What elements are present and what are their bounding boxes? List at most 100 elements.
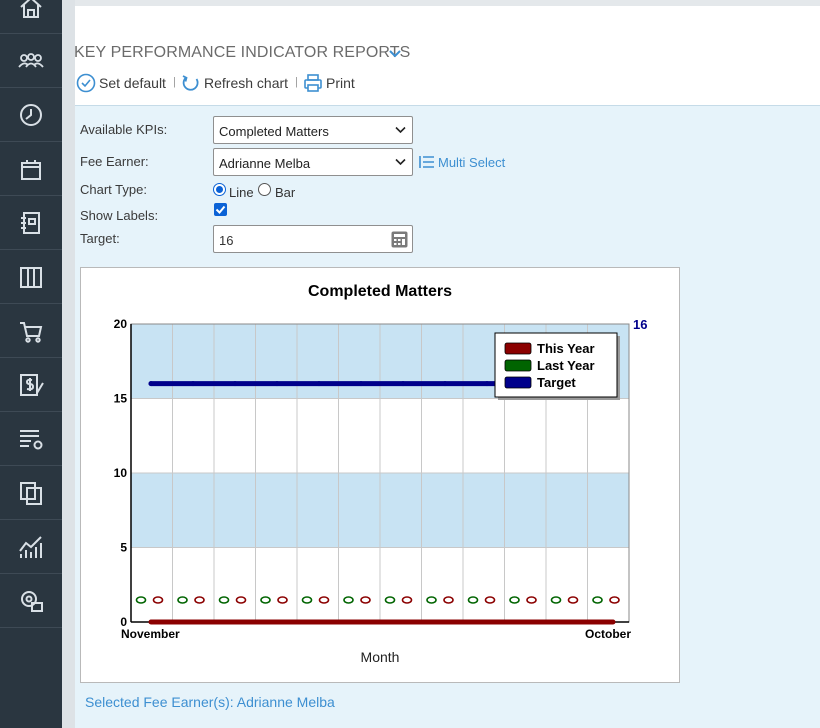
sidebar-item-reports[interactable]	[0, 520, 62, 574]
last-year-data-label	[135, 596, 147, 604]
sidebar-item-library[interactable]	[0, 250, 62, 304]
chart-type-line-label: Line	[229, 185, 254, 200]
show-labels-label: Show Labels:	[80, 208, 159, 223]
this-year-data-label	[277, 596, 288, 604]
settings-list-icon	[20, 429, 43, 449]
last-year-data-label	[343, 596, 354, 604]
sidebar-item-settings-list[interactable]	[0, 412, 62, 466]
sidebar-item-documents[interactable]	[0, 466, 62, 520]
kpi-line-chart: Completed Matters05101520November October…	[114, 283, 648, 665]
legend-swatch	[504, 359, 532, 372]
print-button[interactable]: Print	[303, 72, 355, 94]
refresh-chart-button[interactable]: Refresh chart	[181, 72, 288, 94]
sidebar-item-admin-settings[interactable]	[0, 574, 62, 628]
last-year-data-label	[509, 596, 520, 604]
target-point	[442, 381, 448, 387]
multi-select-label: Multi Select	[438, 154, 506, 170]
last-year-data-label	[426, 596, 437, 604]
last-year-data-label	[218, 596, 230, 604]
list-icon	[419, 156, 434, 168]
legend-swatch	[504, 342, 532, 355]
last-year-data-label	[467, 596, 479, 604]
last-year-data-label	[301, 596, 313, 604]
sidebar-item-contacts[interactable]	[0, 34, 62, 88]
x-tick-label: October	[585, 627, 631, 641]
fee-earner-select[interactable]: Adrianne Melba	[213, 148, 413, 176]
sidebar-item-address-book[interactable]	[0, 196, 62, 250]
chevron-down-icon[interactable]	[387, 47, 403, 61]
contacts-icon	[18, 52, 44, 68]
checkmark-icon	[215, 205, 226, 214]
chart-type-bar-radio[interactable]	[258, 183, 271, 196]
sidebar-nav	[0, 0, 62, 728]
sidebar-gutter	[62, 0, 75, 728]
target-point	[148, 381, 154, 387]
set-default-button[interactable]: Set default	[76, 72, 166, 94]
this-year-data-label	[235, 596, 247, 604]
target-point	[190, 381, 196, 387]
admin-settings-icon	[21, 590, 43, 612]
legend-label: Last Year	[537, 358, 595, 373]
toolbar-separator: |	[295, 76, 298, 88]
fee-earner-label: Fee Earner:	[80, 154, 149, 169]
kpi-select[interactable]: Completed Matters	[213, 116, 413, 144]
target-label: Target:	[80, 231, 120, 246]
y-tick-label: 15	[114, 392, 128, 406]
last-year-data-label	[592, 596, 603, 604]
last-year-data-label	[550, 596, 562, 604]
this-year-data-label	[526, 596, 537, 604]
sidebar-item-time[interactable]	[0, 88, 62, 142]
chart-type-line-radio[interactable]	[213, 183, 226, 196]
selected-fee-earners: Selected Fee Earner(s): Adrianne Melba	[85, 694, 335, 710]
kpi-chart: Completed Matters 0 5 10 15 20 November October…	[80, 267, 680, 683]
toolbar-separator: |	[173, 76, 176, 88]
last-year-data-label	[384, 596, 396, 604]
target-value-label: 16	[633, 317, 647, 332]
set-default-label: Set default	[99, 75, 166, 91]
x-axis-label: Month	[361, 649, 400, 665]
print-label: Print	[326, 75, 355, 91]
y-tick-label: 20	[114, 317, 128, 331]
printer-icon	[304, 74, 322, 92]
this-year-data-label	[318, 596, 330, 604]
this-year-data-label	[152, 596, 164, 604]
legend-swatch	[504, 376, 532, 389]
y-tick-label: 10	[114, 466, 128, 480]
kpi-label: Available KPIs:	[80, 122, 168, 137]
sidebar-item-billing[interactable]	[0, 358, 62, 412]
target-point	[316, 381, 322, 387]
top-bar	[75, 0, 820, 6]
multi-select-button[interactable]: Multi Select	[418, 154, 505, 170]
legend-label: Target	[537, 375, 576, 390]
address-book-icon	[21, 211, 40, 234]
time-icon	[20, 103, 42, 126]
sidebar-item-shop[interactable]	[0, 304, 62, 358]
chart-type-bar-label: Bar	[275, 185, 296, 200]
legend-label: This Year	[537, 341, 595, 356]
last-year-data-label	[260, 596, 271, 604]
billing-icon	[20, 373, 44, 396]
page-title: KEY PERFORMANCE INDICATOR REPORTS	[74, 44, 411, 61]
this-year-data-label	[360, 596, 371, 604]
library-icon	[20, 266, 42, 288]
chevron-down-icon	[395, 158, 406, 166]
y-tick-label: 5	[120, 541, 127, 555]
x-tick-label: November	[121, 627, 180, 641]
sidebar-item-matters[interactable]	[0, 142, 62, 196]
last-year-data-label	[177, 596, 188, 604]
show-labels-checkbox[interactable]	[214, 203, 227, 216]
calculator-icon[interactable]	[391, 231, 408, 248]
kpi-select-value: Completed Matters	[219, 124, 329, 139]
chevron-down-icon	[395, 126, 406, 134]
fee-earner-select-value: Adrianne Melba	[219, 156, 311, 171]
check-circle-icon	[76, 73, 96, 93]
target-point	[274, 381, 280, 387]
target-input[interactable]: 16	[213, 225, 413, 253]
home-icon	[20, 0, 42, 18]
target-input-value: 16	[219, 233, 234, 248]
matters-icon	[21, 159, 41, 180]
sidebar-item-home[interactable]	[0, 0, 62, 34]
this-year-data-label	[484, 596, 496, 604]
this-year-data-label	[567, 596, 579, 604]
target-point	[232, 381, 238, 387]
